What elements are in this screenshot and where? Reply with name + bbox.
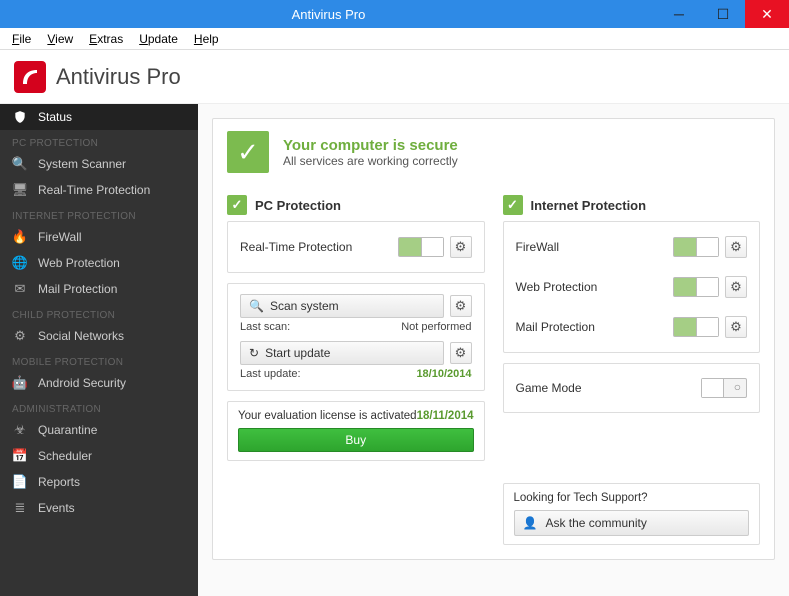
firewall-toggle[interactable]	[673, 237, 719, 257]
status-banner-title: Your computer is secure	[283, 137, 458, 154]
menu-file[interactable]: File	[4, 30, 39, 48]
person-icon: 👤	[523, 516, 538, 530]
biohazard-icon: ☣	[12, 422, 28, 438]
mail-icon: ✉	[12, 281, 28, 297]
sidebar-item-label: Quarantine	[38, 423, 97, 437]
shield-icon	[12, 109, 28, 125]
sidebar: Status PC PROTECTION 🔍 System Scanner 🖥 Real…	[0, 104, 198, 596]
main-content: ✓ Your computer is secure All services a…	[198, 104, 789, 596]
sidebar-item-label: System Scanner	[38, 157, 126, 171]
web-protection-toggle[interactable]	[673, 277, 719, 297]
start-update-button[interactable]: ↻ Start update	[240, 341, 444, 365]
window-minimize-button[interactable]: ─	[657, 0, 701, 28]
support-question: Looking for Tech Support?	[514, 492, 750, 504]
sidebar-section-header: PC PROTECTION	[0, 130, 198, 151]
sidebar-item-status[interactable]: Status	[0, 104, 198, 130]
rtp-toggle[interactable]	[398, 237, 444, 257]
last-scan-value: Not performed	[401, 321, 471, 333]
sidebar-item-web-protection[interactable]: 🌐 Web Protection	[0, 250, 198, 276]
refresh-icon: ↻	[249, 346, 259, 360]
rtp-label: Real-Time Protection	[240, 240, 398, 254]
internet-protection-header: ✓ Internet Protection	[503, 195, 761, 215]
sidebar-item-label: FireWall	[38, 230, 82, 244]
window-title: Antivirus Pro	[0, 7, 657, 22]
license-date: 18/11/2014	[417, 410, 474, 422]
doc-icon: 📄	[12, 474, 28, 490]
net-item-label: FireWall	[516, 240, 674, 254]
sidebar-item-label: Android Security	[38, 376, 126, 390]
sidebar-item-quarantine[interactable]: ☣ Quarantine	[0, 417, 198, 443]
update-settings-button[interactable]: ⚙	[450, 342, 472, 364]
sidebar-item-social-networks[interactable]: ⚙ Social Networks	[0, 323, 198, 349]
app-logo-icon	[14, 61, 46, 93]
check-icon: ✓	[503, 195, 523, 215]
monitor-icon: 🖥	[12, 182, 28, 198]
net-item-label: Web Protection	[516, 280, 674, 294]
sidebar-section-header: INTERNET PROTECTION	[0, 203, 198, 224]
sidebar-item-label: Social Networks	[38, 329, 124, 343]
last-update-value: 18/10/2014	[416, 368, 471, 380]
android-icon: 🤖	[12, 375, 28, 391]
sidebar-item-system-scanner[interactable]: 🔍 System Scanner	[0, 151, 198, 177]
sidebar-item-android-security[interactable]: 🤖 Android Security	[0, 370, 198, 396]
sidebar-item-label: Reports	[38, 475, 80, 489]
scan-system-button[interactable]: 🔍 Scan system	[240, 294, 444, 318]
rtp-settings-button[interactable]: ⚙	[450, 236, 472, 258]
check-icon: ✓	[227, 195, 247, 215]
sidebar-item-firewall[interactable]: 🔥 FireWall	[0, 224, 198, 250]
sidebar-item-mail-protection[interactable]: ✉ Mail Protection	[0, 276, 198, 302]
menu-help[interactable]: Help	[186, 30, 227, 48]
window-maximize-button[interactable]: ☐	[701, 0, 745, 28]
scan-settings-button[interactable]: ⚙	[450, 295, 472, 317]
buy-button[interactable]: Buy	[238, 428, 474, 452]
support-card: Looking for Tech Support? 👤 Ask the comm…	[503, 483, 761, 545]
menu-bar: File View Extras Update Help	[0, 28, 789, 50]
status-banner: ✓ Your computer is secure All services a…	[213, 119, 774, 185]
sidebar-item-label: Scheduler	[38, 449, 92, 463]
sidebar-item-label: Real-Time Protection	[38, 183, 150, 197]
firewall-settings-button[interactable]: ⚙	[725, 236, 747, 258]
sidebar-item-label: Status	[38, 110, 72, 124]
window-titlebar: Antivirus Pro ─ ☐ ✕	[0, 0, 789, 28]
menu-extras[interactable]: Extras	[81, 30, 131, 48]
window-close-button[interactable]: ✕	[745, 0, 789, 28]
list-icon: ≣	[12, 500, 28, 516]
pc-protection-header: ✓ PC Protection	[227, 195, 485, 215]
check-icon: ✓	[227, 131, 269, 173]
app-header: Antivirus Pro	[0, 50, 789, 104]
search-icon: 🔍	[249, 299, 264, 313]
net-item-label: Mail Protection	[516, 320, 674, 334]
sidebar-item-reports[interactable]: 📄 Reports	[0, 469, 198, 495]
game-mode-toggle[interactable]	[701, 378, 747, 398]
calendar-icon: 📅	[12, 448, 28, 464]
globe-icon: 🌐	[12, 255, 28, 271]
license-card: Your evaluation license is activated 18/…	[227, 401, 485, 461]
sidebar-item-events[interactable]: ≣ Events	[0, 495, 198, 521]
ask-community-button[interactable]: 👤 Ask the community	[514, 510, 750, 536]
sidebar-item-label: Web Protection	[38, 256, 120, 270]
web-protection-settings-button[interactable]: ⚙	[725, 276, 747, 298]
last-update-label: Last update:	[240, 368, 301, 380]
license-text: Your evaluation license is activated	[238, 410, 417, 422]
last-scan-label: Last scan:	[240, 321, 290, 333]
gear-icon: ⚙	[12, 328, 28, 344]
sidebar-section-header: MOBILE PROTECTION	[0, 349, 198, 370]
sidebar-item-real-time-protection[interactable]: 🖥 Real-Time Protection	[0, 177, 198, 203]
sidebar-item-label: Mail Protection	[38, 282, 117, 296]
flame-icon: 🔥	[12, 229, 28, 245]
mail-protection-toggle[interactable]	[673, 317, 719, 337]
sidebar-section-header: ADMINISTRATION	[0, 396, 198, 417]
status-banner-subtitle: All services are working correctly	[283, 154, 458, 168]
sidebar-item-label: Events	[38, 501, 75, 515]
game-mode-label: Game Mode	[516, 381, 702, 395]
menu-view[interactable]: View	[39, 30, 81, 48]
sidebar-item-scheduler[interactable]: 📅 Scheduler	[0, 443, 198, 469]
menu-update[interactable]: Update	[131, 30, 186, 48]
mail-protection-settings-button[interactable]: ⚙	[725, 316, 747, 338]
app-name: Antivirus Pro	[56, 64, 181, 90]
search-icon: 🔍	[12, 156, 28, 172]
sidebar-section-header: CHILD PROTECTION	[0, 302, 198, 323]
